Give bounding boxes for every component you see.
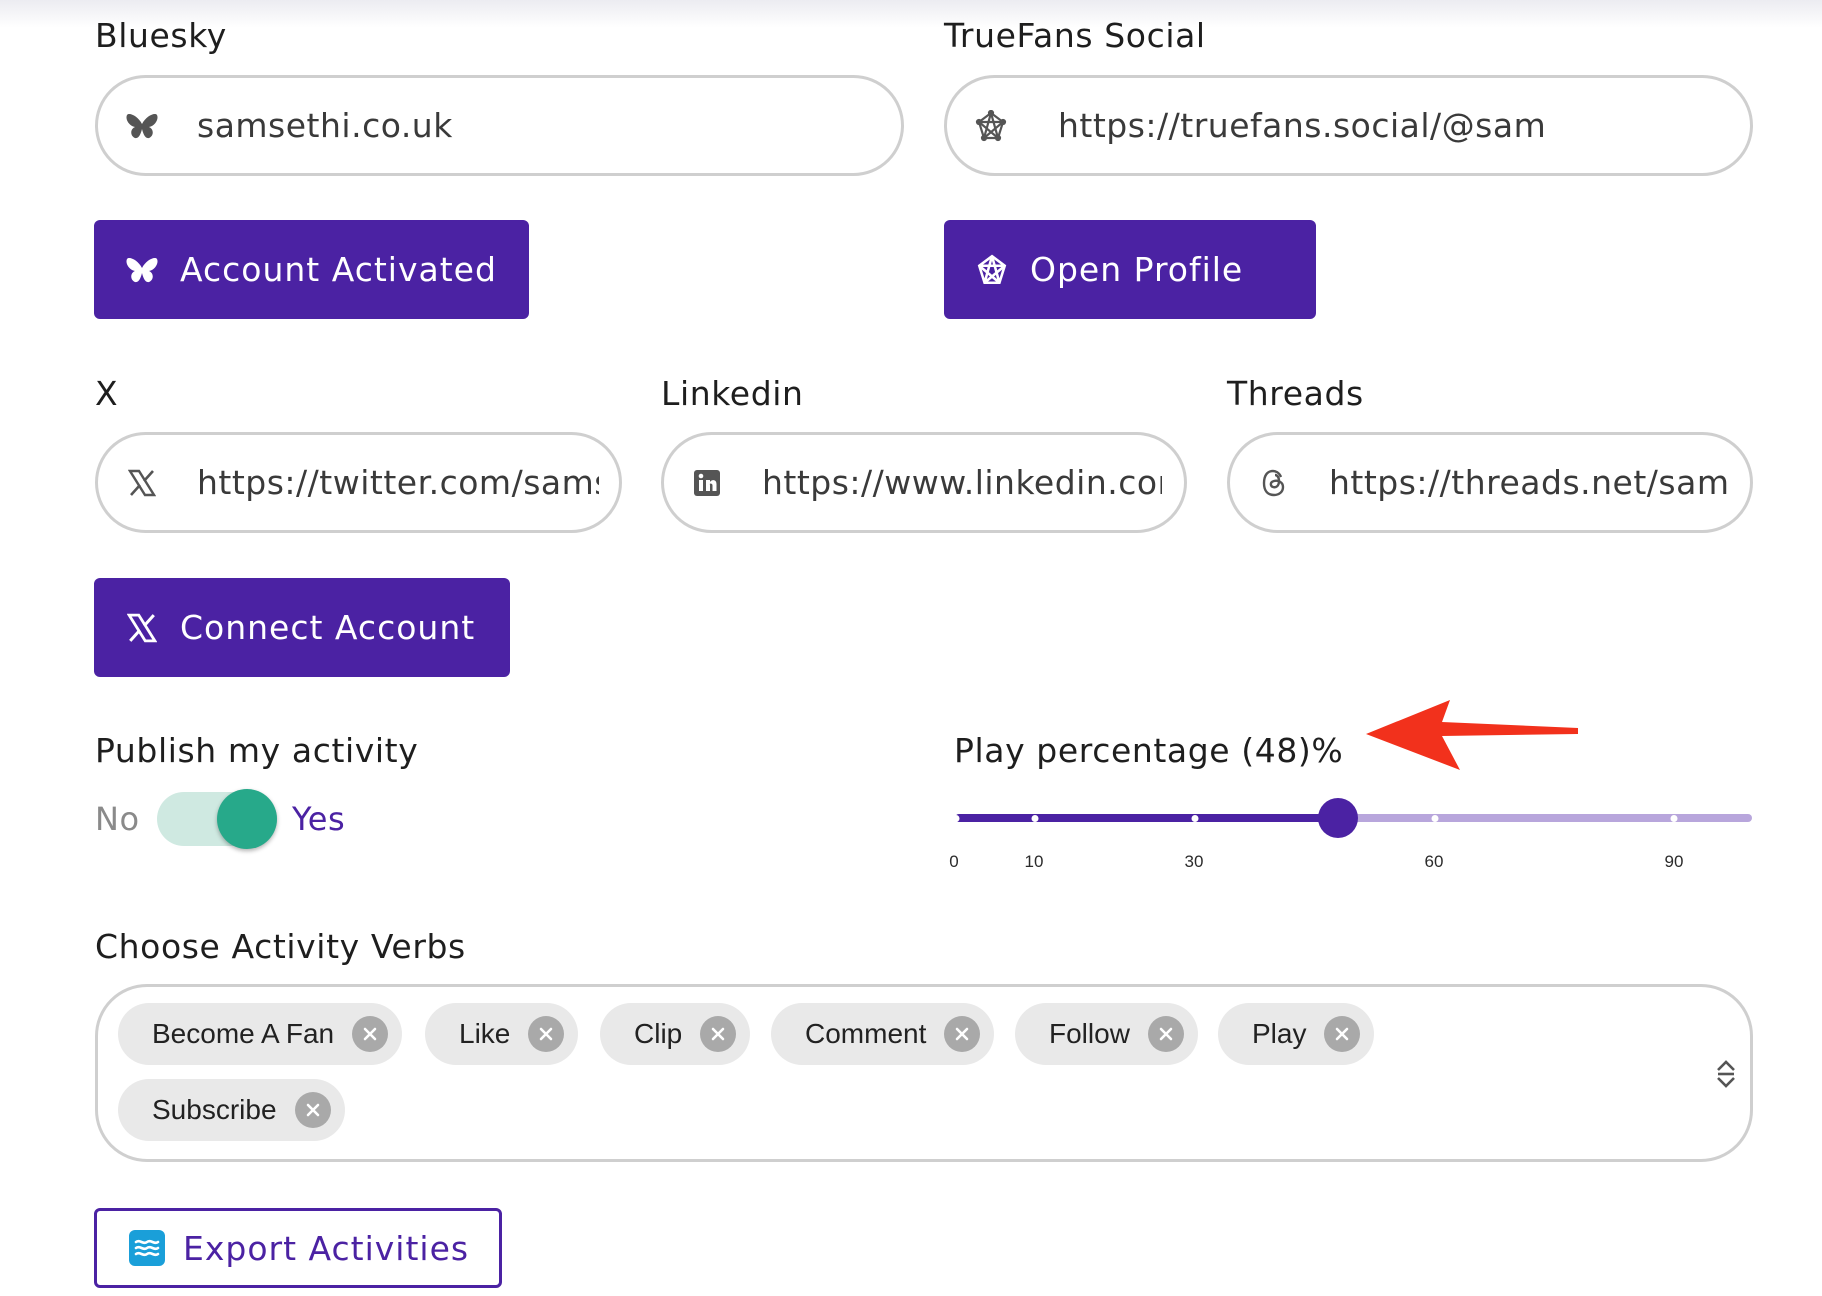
- x-input[interactable]: https://twitter.com/sams: [95, 432, 622, 533]
- x-logo-icon: [124, 610, 160, 646]
- threads-value: https://threads.net/sams: [1329, 463, 1728, 502]
- verb-chip: Comment: [771, 1003, 995, 1065]
- butterfly-icon: [125, 109, 159, 143]
- linkedin-label: Linkedin: [661, 374, 804, 413]
- verb-chip: Like: [425, 1003, 579, 1065]
- publish-on-label: Yes: [292, 800, 346, 838]
- top-edge: [0, 0, 1822, 28]
- account-activated-button[interactable]: Account Activated: [94, 220, 529, 319]
- bluesky-value: samsethi.co.uk: [197, 106, 453, 145]
- slider-mark-dot: [1191, 815, 1199, 822]
- verb-chip-label: Clip: [634, 1018, 683, 1049]
- butterfly-icon: [124, 252, 160, 288]
- star-network-icon: [974, 252, 1010, 288]
- bluesky-label: Bluesky: [95, 16, 227, 55]
- publish-label: Publish my activity: [95, 731, 419, 770]
- remove-chip-icon[interactable]: [944, 1016, 981, 1052]
- remove-chip-icon[interactable]: [528, 1016, 565, 1052]
- linkedin-input[interactable]: https://www.linkedin.cor: [661, 432, 1187, 533]
- slider-mark-dot: [1670, 815, 1678, 822]
- remove-chip-icon[interactable]: [352, 1016, 389, 1052]
- annotation-arrow: [1366, 698, 1580, 778]
- play-slider-track: [955, 814, 1338, 822]
- x-label: X: [95, 374, 119, 413]
- verb-chip: Clip: [600, 1003, 751, 1065]
- linkedin-icon: [690, 466, 724, 500]
- verb-chip-label: Become A Fan: [152, 1018, 335, 1049]
- verb-chip-label: Follow: [1049, 1018, 1130, 1049]
- slider-mark-dot: [1031, 815, 1039, 822]
- truefans-value: https://truefans.social/@sam: [1058, 106, 1547, 145]
- threads-label: Threads: [1227, 374, 1364, 413]
- verb-chip: Become A Fan: [118, 1003, 403, 1065]
- account-activated-label: Account Activated: [180, 250, 497, 289]
- linkedin-value: https://www.linkedin.cor: [762, 463, 1162, 502]
- threads-input[interactable]: https://threads.net/sams: [1227, 432, 1753, 533]
- slider-mark-label: 0: [949, 852, 959, 871]
- verb-chip: Subscribe: [118, 1079, 345, 1141]
- slider-mark-label: 90: [1664, 852, 1684, 871]
- truefans-label: TrueFans Social: [944, 16, 1206, 55]
- publish-toggle[interactable]: [157, 789, 277, 849]
- verb-chip-label: Comment: [805, 1018, 927, 1049]
- star-network-icon: [974, 109, 1008, 143]
- remove-chip-icon[interactable]: [294, 1092, 331, 1128]
- play-percentage-label: Play percentage (48)%: [954, 731, 1344, 770]
- toggle-thumb: [217, 789, 277, 849]
- connect-account-label: Connect Account: [180, 608, 476, 647]
- connect-account-button[interactable]: Connect Account: [94, 578, 510, 677]
- slider-mark-dot: [1431, 815, 1439, 822]
- x-logo-icon: [125, 466, 159, 500]
- verb-chip-label: Play: [1252, 1018, 1307, 1049]
- remove-chip-icon[interactable]: [700, 1016, 737, 1052]
- remove-chip-icon[interactable]: [1324, 1016, 1361, 1052]
- waves-app-icon: [129, 1230, 165, 1266]
- publish-off-label: No: [95, 800, 140, 838]
- select-sort-icon[interactable]: [1715, 1059, 1737, 1089]
- slider-mark-label: 30: [1184, 852, 1204, 871]
- verb-chip: Play: [1218, 1003, 1375, 1065]
- bluesky-input[interactable]: samsethi.co.uk: [95, 75, 904, 176]
- x-value: https://twitter.com/sams: [197, 463, 599, 502]
- verb-chip-label: Subscribe: [152, 1094, 277, 1125]
- verbs-label: Choose Activity Verbs: [95, 927, 466, 966]
- open-profile-label: Open Profile: [1030, 250, 1244, 289]
- remove-chip-icon[interactable]: [1147, 1016, 1184, 1052]
- verb-chip-label: Like: [459, 1018, 511, 1049]
- verb-chip: Follow: [1015, 1003, 1198, 1065]
- open-profile-button[interactable]: Open Profile: [944, 220, 1316, 319]
- slider-mark-dot: [952, 815, 960, 822]
- slider-mark-label: 10: [1024, 852, 1044, 871]
- truefans-input[interactable]: https://truefans.social/@sam: [944, 75, 1753, 176]
- export-activities-button[interactable]: Export Activities: [94, 1208, 502, 1288]
- export-activities-label: Export Activities: [183, 1228, 470, 1268]
- threads-icon: [1257, 466, 1291, 500]
- play-slider-thumb[interactable]: [1317, 798, 1358, 838]
- slider-mark-label: 60: [1424, 852, 1444, 871]
